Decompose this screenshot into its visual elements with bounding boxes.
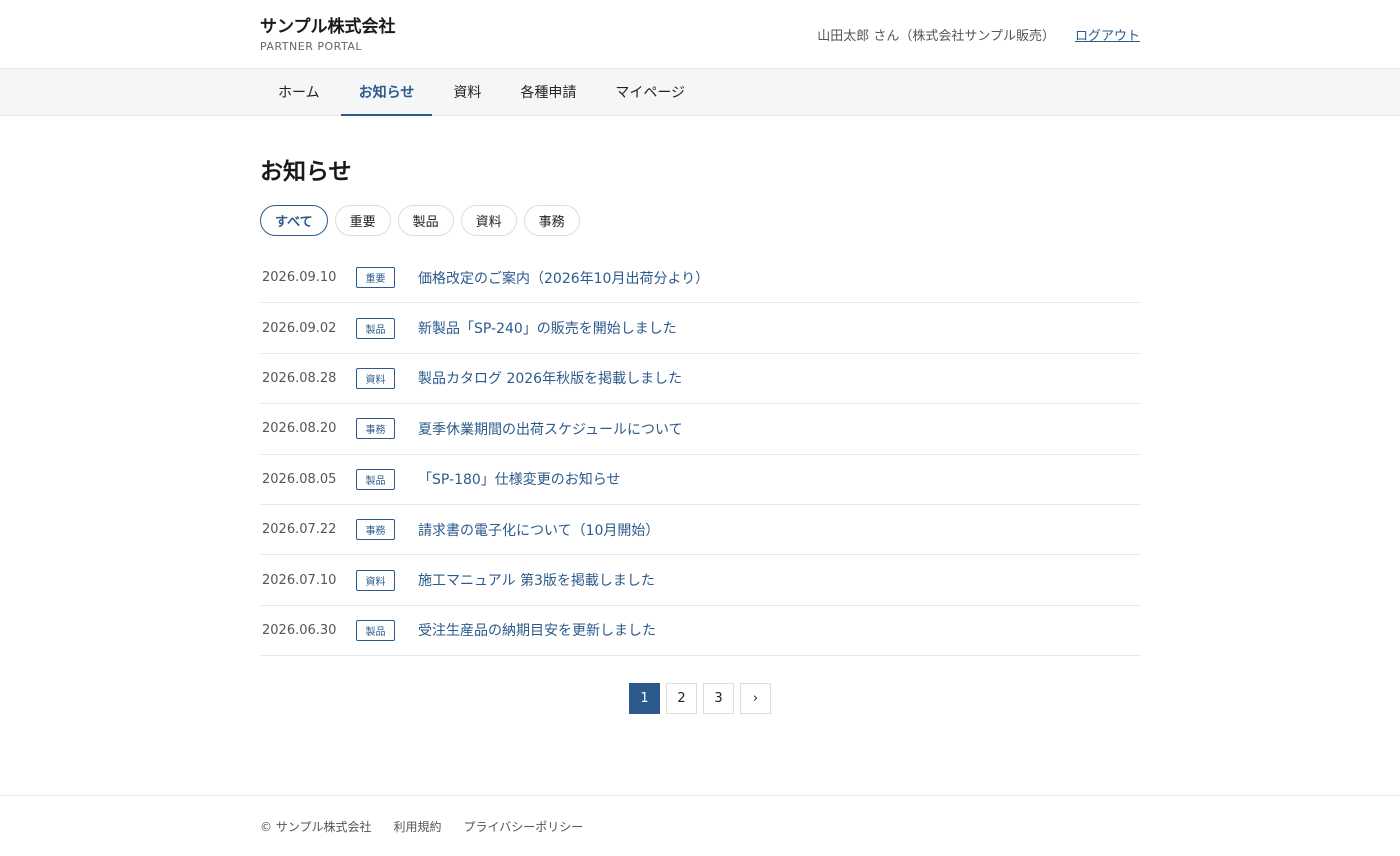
news-date: 2026.09.10 [262,270,337,286]
category-filters: すべて 重要 製品 資料 事務 [260,205,1141,236]
filter-documents[interactable]: 資料 [460,205,517,236]
main-content: お知らせ すべて 重要 製品 資料 事務 2026.09.10 重要 価格改定の… [260,116,1141,657]
news-date: 2026.08.05 [262,471,337,487]
site-footer: © サンプル株式会社 利用規約 プライバシーポリシー [0,795,1400,856]
news-category-tag: 重要 [356,267,395,289]
nav-item-documents[interactable]: 資料 [435,69,499,116]
filter-admin[interactable]: 事務 [523,205,580,236]
news-title-link[interactable]: 施工マニュアル 第3版を掲載しました [418,570,655,590]
page-button-2[interactable]: 2 [666,683,697,714]
user-area: 山田太郎 さん（株式会社サンプル販売） ログアウト [817,25,1140,44]
news-date: 2026.09.02 [262,320,337,336]
page-title: お知らせ [260,159,352,185]
news-title-link[interactable]: 夏季休業期間の出荷スケジュールについて [418,419,683,439]
copyright: © サンプル株式会社 [260,820,372,834]
nav-item-applications[interactable]: 各種申請 [502,69,594,116]
brand-subtitle: PARTNER PORTAL [260,40,362,53]
news-item[interactable]: 2026.08.28 資料 製品カタログ 2026年秋版を掲載しました [260,354,1141,405]
news-title-link[interactable]: 請求書の電子化について（10月開始） [418,520,659,540]
logout-link[interactable]: ログアウト [1075,25,1140,44]
news-title-link[interactable]: 受注生産品の納期目安を更新しました [418,620,656,640]
news-title-link[interactable]: 価格改定のご案内（2026年10月出荷分より） [418,268,709,288]
global-nav: ホーム お知らせ 資料 各種申請 マイページ [0,69,1400,116]
news-item[interactable]: 2026.09.10 重要 価格改定のご案内（2026年10月出荷分より） [260,253,1141,304]
news-item[interactable]: 2026.07.22 事務 請求書の電子化について（10月開始） [260,505,1141,556]
filter-all[interactable]: すべて [260,205,328,236]
news-category-tag: 製品 [356,468,395,490]
news-title-link[interactable]: 製品カタログ 2026年秋版を掲載しました [418,368,682,388]
news-category-tag: 資料 [356,569,395,591]
next-page-button[interactable]: › [740,683,771,714]
news-item[interactable]: 2026.06.30 製品 受注生産品の納期目安を更新しました [260,606,1141,657]
news-date: 2026.06.30 [262,622,337,638]
news-item[interactable]: 2026.08.20 事務 夏季休業期間の出荷スケジュールについて [260,404,1141,455]
news-category-tag: 事務 [356,519,395,541]
pagination: 1 2 3 › [629,683,771,714]
news-category-tag: 製品 [356,619,395,641]
news-item[interactable]: 2026.08.05 製品 「SP-180」仕様変更のお知らせ [260,455,1141,505]
terms-link[interactable]: 利用規約 [393,818,441,835]
nav-item-mypage[interactable]: マイページ [597,69,703,116]
filter-products[interactable]: 製品 [397,205,454,236]
news-category-tag: 事務 [356,418,395,440]
nav-item-news[interactable]: お知らせ [340,69,433,116]
page-button-1[interactable]: 1 [629,683,660,714]
brand-name: サンプル株式会社 [260,17,396,37]
page-button-3[interactable]: 3 [703,683,734,714]
nav-item-home[interactable]: ホーム [260,69,338,116]
news-date: 2026.07.10 [262,572,337,588]
filter-important[interactable]: 重要 [334,205,391,236]
news-category-tag: 資料 [356,367,395,389]
news-title-link[interactable]: 「SP-180」仕様変更のお知らせ [418,469,621,489]
news-title-link[interactable]: 新製品「SP-240」の販売を開始しました [418,318,677,338]
news-item[interactable]: 2026.07.10 資料 施工マニュアル 第3版を掲載しました [260,555,1141,606]
news-date: 2026.07.22 [262,522,337,538]
news-date: 2026.08.28 [262,370,337,386]
news-item[interactable]: 2026.09.02 製品 新製品「SP-240」の販売を開始しました [260,303,1141,354]
brand[interactable]: サンプル株式会社 PARTNER PORTAL [260,16,396,53]
news-date: 2026.08.20 [262,421,337,437]
news-category-tag: 製品 [356,317,395,339]
user-name: 山田太郎 さん（株式会社サンプル販売） [817,29,1055,44]
privacy-link[interactable]: プライバシーポリシー [463,818,583,835]
site-header: サンプル株式会社 PARTNER PORTAL 山田太郎 さん（株式会社サンプル… [0,0,1400,69]
news-list: 2026.09.10 重要 価格改定のご案内（2026年10月出荷分より） 20… [260,253,1141,657]
